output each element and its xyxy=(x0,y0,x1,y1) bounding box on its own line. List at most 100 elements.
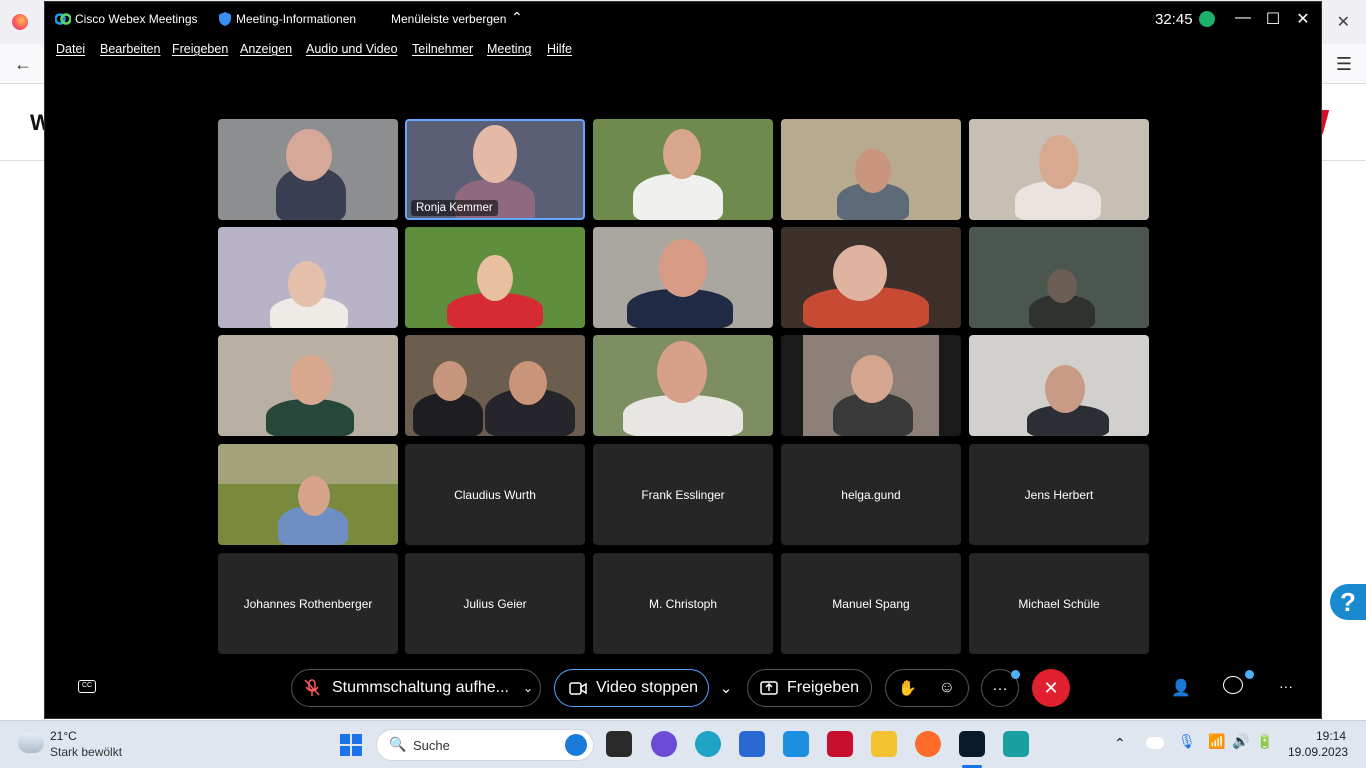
webex-taskbar-icon[interactable] xyxy=(959,731,985,757)
share-screen-icon xyxy=(760,681,778,695)
maximize-icon[interactable]: ☐ xyxy=(1261,9,1285,29)
connection-signal-icon[interactable] xyxy=(1199,11,1215,27)
video-tile[interactable] xyxy=(781,227,961,328)
menu-hilfe[interactable]: Hilfe xyxy=(547,42,572,56)
show-hidden-icons-chevron-icon[interactable]: ⌃ xyxy=(1114,735,1126,752)
participant-video-grid: Ronja Kemmer Claudius Wurth Frank Esslin… xyxy=(218,119,1150,657)
edge-icon[interactable] xyxy=(695,731,721,757)
participant-tile[interactable]: helga.gund xyxy=(781,444,961,545)
menu-teilnehmer[interactable]: Teilnehmer xyxy=(412,42,473,56)
share-button[interactable]: Freigeben xyxy=(747,669,872,707)
video-tile[interactable] xyxy=(781,335,961,436)
weather-cloud-icon[interactable] xyxy=(18,733,44,753)
windows-start-icon[interactable] xyxy=(340,734,362,756)
raise-hand-icon[interactable]: ✋ xyxy=(898,679,917,697)
video-tile[interactable] xyxy=(405,227,585,328)
unmute-button[interactable]: Stummschaltung aufhe... ⌄ xyxy=(291,669,541,707)
participant-tile[interactable]: Manuel Spang xyxy=(781,553,961,654)
file-explorer-icon[interactable] xyxy=(871,731,897,757)
participant-tile[interactable]: Michael Schüle xyxy=(969,553,1149,654)
chevron-down-icon[interactable]: ⌄ xyxy=(523,681,533,695)
video-tile[interactable] xyxy=(218,335,398,436)
notepad-icon[interactable] xyxy=(1003,731,1029,757)
close-icon[interactable]: ✕ xyxy=(1337,12,1350,32)
task-view-icon[interactable] xyxy=(606,731,632,757)
firefox-icon xyxy=(12,14,28,30)
minimize-icon[interactable]: — xyxy=(1231,9,1255,27)
chat-icon[interactable] xyxy=(1223,676,1243,694)
participant-tile[interactable]: Johannes Rothenberger xyxy=(218,553,398,654)
l-app-icon[interactable] xyxy=(783,731,809,757)
stop-video-button[interactable]: Video stoppen xyxy=(554,669,709,707)
webex-logo-icon xyxy=(55,13,71,25)
participant-name: Julius Geier xyxy=(463,596,527,611)
participant-tile[interactable]: Frank Esslinger xyxy=(593,444,773,545)
participants-icon[interactable]: 👤 xyxy=(1171,678,1191,698)
menu-datei[interactable]: Datei xyxy=(56,42,85,56)
hide-menubar-button[interactable]: Menüleiste verbergen xyxy=(391,12,506,26)
video-options-chevron-icon[interactable]: ⌄ xyxy=(707,669,745,707)
chevron-up-icon[interactable]: ⌃ xyxy=(511,9,523,26)
volume-icon[interactable]: 🔊 xyxy=(1232,733,1249,750)
meeting-controls-bar: CC Stummschaltung aufhe... ⌄ Video stopp… xyxy=(45,666,1321,712)
windows-taskbar: 21°C Stark bewölkt 🔍 Suche ⌃ 🎙 📶 🔊 🔋 19:… xyxy=(0,720,1366,768)
notification-dot xyxy=(1011,670,1020,679)
participant-name: Michael Schüle xyxy=(1018,596,1100,611)
participant-name: Jens Herbert xyxy=(1024,487,1094,502)
clock-date[interactable]: 19.09.2023 xyxy=(1288,745,1348,759)
mcafee-icon[interactable] xyxy=(827,731,853,757)
video-tile[interactable] xyxy=(218,119,398,220)
onedrive-cloud-icon[interactable] xyxy=(1146,737,1164,749)
microsoft-store-icon[interactable] xyxy=(739,731,765,757)
weather-temperature[interactable]: 21°C xyxy=(50,729,77,743)
clock-time[interactable]: 19:14 xyxy=(1316,729,1346,743)
video-tile[interactable] xyxy=(969,227,1149,328)
wifi-icon[interactable]: 📶 xyxy=(1208,733,1225,750)
menu-freigeben[interactable]: Freigeben xyxy=(172,42,228,56)
participant-name: helga.gund xyxy=(841,487,901,502)
meeting-info-button[interactable]: Meeting-Informationen xyxy=(236,12,356,26)
end-call-icon[interactable]: ✕ xyxy=(1032,669,1070,707)
meet-chat-icon[interactable] xyxy=(651,731,677,757)
menu-anzeigen[interactable]: Anzeigen xyxy=(240,42,292,56)
video-tile[interactable] xyxy=(218,444,398,545)
battery-icon[interactable]: 🔋 xyxy=(1256,733,1273,750)
hamburger-menu-icon[interactable]: ☰ xyxy=(1336,54,1352,75)
menu-bearbeiten[interactable]: Bearbeiten xyxy=(100,42,160,56)
participant-tile[interactable]: Claudius Wurth xyxy=(405,444,585,545)
video-tile[interactable] xyxy=(781,119,961,220)
menu-meeting[interactable]: Meeting xyxy=(487,42,531,56)
app-title: Cisco Webex Meetings xyxy=(75,12,198,26)
back-arrow-icon[interactable]: ← xyxy=(14,54,32,75)
more-panels-icon[interactable]: ··· xyxy=(1279,678,1293,694)
menu-audio-video[interactable]: Audio und Video xyxy=(306,42,398,56)
firefox-taskbar-icon[interactable] xyxy=(915,731,941,757)
video-tile[interactable] xyxy=(593,119,773,220)
microphone-icon[interactable]: 🎙 xyxy=(1178,733,1196,750)
video-tile[interactable] xyxy=(593,227,773,328)
participant-tile[interactable]: M. Christoph xyxy=(593,553,773,654)
help-icon[interactable]: ? xyxy=(1330,584,1366,620)
weather-description[interactable]: Stark bewölkt xyxy=(50,745,122,759)
participant-name: Johannes Rothenberger xyxy=(243,596,373,611)
meeting-timer: 32:45 xyxy=(1155,11,1193,28)
video-label: Video stoppen xyxy=(596,679,699,696)
menu-bar: Datei Bearbeiten Freigeben Anzeigen Audi… xyxy=(45,40,1321,60)
bing-icon[interactable] xyxy=(565,734,587,756)
participant-name: M. Christoph xyxy=(648,596,718,611)
participant-name: Frank Esslinger xyxy=(641,487,725,502)
video-tile[interactable] xyxy=(969,335,1149,436)
closed-captions-icon[interactable]: CC xyxy=(78,680,96,693)
video-tile[interactable] xyxy=(218,227,398,328)
video-tile-active-speaker[interactable]: Ronja Kemmer xyxy=(405,119,585,220)
video-tile[interactable] xyxy=(405,335,585,436)
video-tile[interactable] xyxy=(969,119,1149,220)
emoji-reaction-icon[interactable]: ☺ xyxy=(939,679,955,697)
taskbar-search-input[interactable]: 🔍 Suche xyxy=(376,729,594,761)
participant-name-label: Ronja Kemmer xyxy=(411,200,498,216)
participant-tile[interactable]: Jens Herbert xyxy=(969,444,1149,545)
mic-muted-icon xyxy=(304,679,320,696)
video-tile[interactable] xyxy=(593,335,773,436)
close-window-icon[interactable]: ✕ xyxy=(1291,9,1315,29)
participant-tile[interactable]: Julius Geier xyxy=(405,553,585,654)
